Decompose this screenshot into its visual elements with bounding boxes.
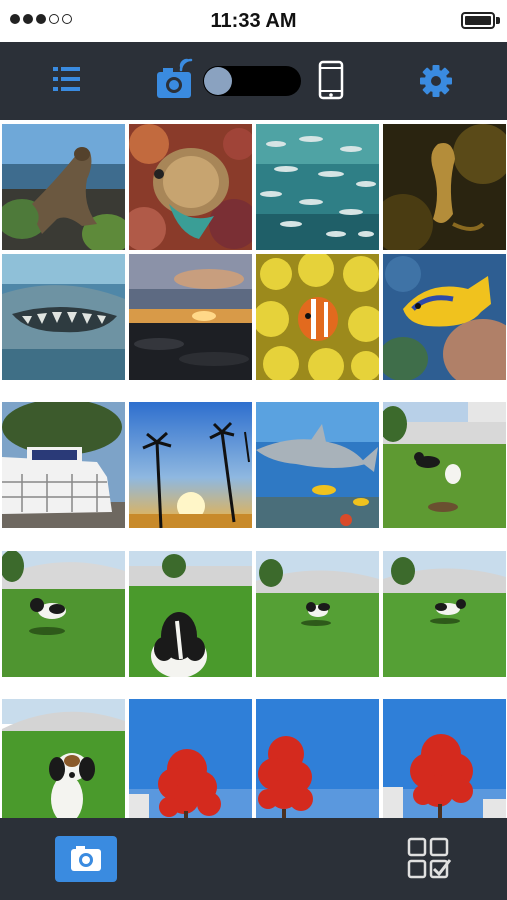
status-bar: 11:33 AM — [0, 0, 507, 42]
photo-thumbnail[interactable] — [256, 551, 379, 677]
photo-thumbnail[interactable] — [383, 699, 506, 818]
bottom-toolbar — [0, 818, 507, 900]
photo-thumbnail[interactable] — [2, 124, 125, 250]
photo-thumbnail[interactable] — [2, 551, 125, 677]
status-time: 11:33 AM — [210, 10, 297, 32]
photo-thumbnail[interactable] — [2, 254, 125, 380]
photo-thumbnail[interactable] — [129, 551, 252, 677]
camera-mode-toggle[interactable] — [203, 66, 301, 96]
photo-grid — [0, 120, 507, 818]
phone-icon[interactable] — [318, 60, 344, 100]
photo-thumbnail[interactable] — [129, 124, 252, 250]
photo-thumbnail[interactable] — [129, 699, 252, 818]
photo-thumbnail[interactable] — [256, 699, 379, 818]
photo-thumbnail[interactable] — [129, 254, 252, 380]
photo-thumbnail[interactable] — [383, 124, 506, 250]
photo-thumbnail[interactable] — [2, 402, 125, 528]
photo-thumbnail[interactable] — [2, 699, 125, 818]
photo-thumbnail[interactable] — [383, 402, 506, 528]
photo-thumbnail[interactable] — [129, 402, 252, 528]
photo-thumbnail[interactable] — [383, 254, 506, 380]
toggle-knob — [204, 67, 232, 95]
photo-thumbnail[interactable] — [383, 551, 506, 677]
list-icon[interactable] — [52, 64, 82, 94]
photo-thumbnail[interactable] — [256, 254, 379, 380]
photo-thumbnail[interactable] — [256, 402, 379, 528]
battery-icon — [461, 12, 495, 29]
gear-icon[interactable] — [419, 64, 453, 98]
battery-tip — [496, 17, 500, 24]
select-grid-icon[interactable] — [406, 836, 452, 882]
camera-button-icon[interactable] — [55, 836, 117, 882]
camera-remote-icon[interactable] — [155, 58, 195, 100]
photo-thumbnail[interactable] — [256, 124, 379, 250]
top-toolbar — [0, 42, 507, 120]
